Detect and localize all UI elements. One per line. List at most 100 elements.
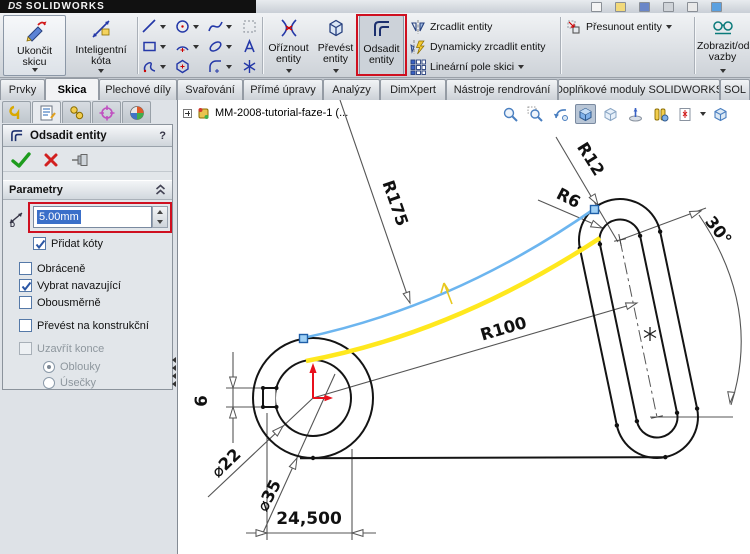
help-button[interactable]: ? bbox=[159, 130, 166, 142]
arc-tool[interactable] bbox=[174, 38, 199, 55]
checkbox-box[interactable] bbox=[19, 296, 32, 309]
dropdown-arrow-icon[interactable] bbox=[160, 24, 166, 29]
offset-distance-input[interactable]: 5.00mm bbox=[33, 206, 152, 228]
stepper-up-button[interactable] bbox=[153, 207, 167, 217]
checkbox-box[interactable] bbox=[19, 319, 32, 332]
open-file-icon[interactable] bbox=[615, 2, 626, 12]
checkbox-make-construction[interactable]: Převést na konstrukční bbox=[19, 319, 149, 332]
parameters-section-header[interactable]: Parametry bbox=[3, 180, 172, 200]
tree-expand-icon[interactable] bbox=[183, 108, 192, 118]
point-tool[interactable] bbox=[241, 58, 258, 75]
dynamic-mirror-button[interactable]: Dynamicky zrcadlit entity bbox=[410, 39, 546, 55]
dropdown-arrow-icon[interactable] bbox=[31, 68, 38, 72]
view-orientation-icon[interactable] bbox=[710, 104, 731, 124]
zoom-fit-icon[interactable] bbox=[500, 104, 521, 124]
smart-dimension-button[interactable]: Inteligentní kóta bbox=[69, 15, 133, 76]
dropdown-arrow-icon[interactable] bbox=[518, 65, 525, 69]
checkbox-box[interactable] bbox=[19, 279, 32, 292]
dim-text-angle[interactable]: 30° bbox=[701, 212, 735, 248]
checkbox-box[interactable] bbox=[19, 262, 32, 275]
tab-truncated[interactable]: SOL bbox=[720, 79, 750, 100]
graphics-area[interactable]: MM-2008-tutorial-faze-1 (... R175 R12 R6… bbox=[178, 100, 750, 554]
line-tool[interactable] bbox=[141, 18, 166, 35]
linear-pattern-button[interactable]: Lineární pole skici bbox=[410, 59, 525, 75]
tab-displaymanager[interactable] bbox=[122, 101, 151, 123]
display-style-icon[interactable] bbox=[575, 104, 596, 124]
text-tool[interactable] bbox=[241, 38, 258, 55]
dropdown-arrow-icon[interactable] bbox=[98, 69, 104, 73]
freeform-tool[interactable] bbox=[141, 58, 166, 75]
tab-dimxpertmanager[interactable] bbox=[92, 101, 121, 123]
tab-svarovani[interactable]: Svařování bbox=[177, 79, 243, 100]
dropdown-arrow-icon[interactable] bbox=[193, 24, 199, 29]
curve-handle[interactable] bbox=[589, 204, 600, 215]
mirror-entities-button[interactable]: Zrcadlit entity bbox=[410, 19, 492, 35]
tab-configurationmanager[interactable] bbox=[62, 101, 91, 123]
slot-shape[interactable] bbox=[569, 191, 708, 468]
tab-nastroje-rendrovani[interactable]: Nástroje rendrování bbox=[446, 79, 558, 100]
tab-analyzy[interactable]: Analýzy bbox=[323, 79, 380, 100]
outer-circle[interactable] bbox=[252, 337, 374, 459]
dim-text-r100[interactable]: R100 bbox=[478, 313, 529, 344]
dim-text-dia35[interactable]: ⌀35 bbox=[253, 477, 285, 515]
dropdown-arrow-icon[interactable] bbox=[193, 44, 199, 49]
undo-icon[interactable] bbox=[687, 2, 698, 12]
stepper-down-button[interactable] bbox=[153, 217, 167, 227]
tab-featuremanager[interactable] bbox=[2, 101, 31, 123]
dim-text-dia22[interactable]: ⌀22 bbox=[208, 445, 245, 482]
exit-sketch-button[interactable]: Ukončit skicu bbox=[3, 15, 66, 76]
dim-text-r175[interactable]: R175 bbox=[379, 178, 412, 229]
keyway[interactable] bbox=[262, 387, 277, 408]
save-icon[interactable] bbox=[639, 2, 650, 12]
dim-text-r12[interactable]: R12 bbox=[573, 139, 608, 179]
ok-button[interactable] bbox=[11, 151, 31, 169]
scene-settings-icon[interactable] bbox=[675, 104, 696, 124]
help-icon[interactable] bbox=[711, 2, 722, 12]
dim-text-r6[interactable]: R6 bbox=[553, 184, 583, 212]
spline-tool[interactable] bbox=[207, 18, 232, 35]
feature-tree-item[interactable]: MM-2008-tutorial-faze-1 (... bbox=[183, 106, 348, 120]
inner-circle[interactable] bbox=[274, 359, 352, 437]
dim-text-key-width[interactable]: 6 bbox=[192, 395, 211, 406]
move-entities-button[interactable]: Přesunout entity bbox=[566, 19, 672, 35]
dropdown-arrow-icon[interactable] bbox=[332, 69, 339, 73]
fillet-tool[interactable] bbox=[207, 58, 232, 75]
rectangle-tool[interactable] bbox=[141, 38, 166, 55]
tab-prime-upravy[interactable]: Přímé úpravy bbox=[243, 79, 323, 100]
previous-view-icon[interactable] bbox=[550, 104, 571, 124]
checkbox-reverse[interactable]: Obráceně bbox=[19, 262, 85, 275]
section-view-icon[interactable] bbox=[625, 104, 646, 124]
offset-entities-button[interactable]: Odsadit entity bbox=[359, 15, 404, 76]
dropdown-arrow-icon[interactable] bbox=[226, 44, 232, 49]
checkbox-add-dimensions[interactable]: Přidat kóty bbox=[33, 237, 103, 250]
trim-entities-button[interactable]: Oříznout entity bbox=[265, 15, 312, 76]
polygon-tool[interactable] bbox=[174, 58, 191, 75]
dropdown-arrow-icon[interactable] bbox=[700, 112, 706, 116]
new-file-icon[interactable] bbox=[591, 2, 602, 12]
dropdown-arrow-icon[interactable] bbox=[226, 64, 232, 69]
appearances-icon[interactable] bbox=[650, 104, 671, 124]
dropdown-arrow-icon[interactable] bbox=[160, 44, 166, 49]
dropdown-arrow-icon[interactable] bbox=[160, 64, 166, 69]
zoom-area-icon[interactable] bbox=[525, 104, 546, 124]
tangent-line[interactable] bbox=[299, 456, 667, 460]
pin-button[interactable] bbox=[71, 153, 91, 167]
tab-plechove-dily[interactable]: Plechové díly bbox=[99, 79, 177, 100]
cancel-button[interactable] bbox=[43, 152, 59, 168]
tab-prvky[interactable]: Prvky bbox=[0, 79, 45, 100]
dropdown-arrow-icon[interactable] bbox=[719, 69, 726, 73]
dropdown-arrow-icon[interactable] bbox=[665, 25, 672, 29]
ellipse-tool[interactable] bbox=[207, 38, 232, 55]
circle-tool[interactable] bbox=[174, 18, 199, 35]
offset-preview-curve[interactable] bbox=[305, 236, 602, 364]
dim-text-dist[interactable]: 24,500 bbox=[276, 509, 342, 529]
curve-handle[interactable] bbox=[298, 333, 309, 344]
checkbox-select-chain[interactable]: Vybrat navazující bbox=[19, 279, 121, 292]
checkbox-bidirectional[interactable]: Obousměrně bbox=[19, 296, 101, 309]
tab-doplnkove-moduly[interactable]: Doplňkové moduly SOLIDWORKS bbox=[558, 79, 720, 100]
display-relations-button[interactable]: Zobrazit/odst vazby bbox=[697, 15, 750, 76]
dropdown-arrow-icon[interactable] bbox=[285, 69, 292, 73]
tab-skica[interactable]: Skica bbox=[45, 78, 99, 100]
tab-dimxpert[interactable]: DimXpert bbox=[380, 79, 446, 100]
checkbox-box[interactable] bbox=[33, 237, 46, 250]
